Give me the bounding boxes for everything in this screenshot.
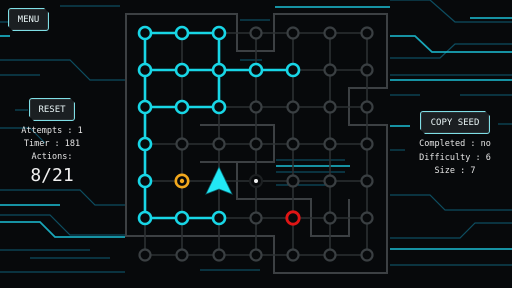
grid-node	[138, 248, 152, 262]
grid-node	[249, 211, 263, 225]
attempts-text: Attempts : 1	[21, 126, 83, 136]
grid-node	[360, 100, 374, 114]
grid-node	[249, 100, 263, 114]
right-stats-panel: Completed : no Difficulty : 6 Size : 7	[406, 138, 504, 179]
grid-node	[286, 137, 300, 151]
grid-node	[360, 211, 374, 225]
reset-button[interactable]: RESET	[29, 98, 75, 121]
visited-node	[211, 99, 227, 115]
timer-text: Timer : 181	[23, 139, 81, 149]
grid-node	[360, 248, 374, 262]
grid-node	[323, 248, 337, 262]
grid-node	[212, 137, 226, 151]
difficulty-text: Difficulty : 6	[419, 152, 491, 163]
target-node-marker	[285, 210, 301, 226]
visited-node	[174, 99, 190, 115]
visited-node	[211, 25, 227, 41]
actions-label: Actions:	[31, 152, 73, 162]
visited-node	[137, 136, 153, 152]
grid-node	[360, 26, 374, 40]
reset-button-label: RESET	[38, 104, 66, 115]
visited-node	[211, 210, 227, 226]
grid-node	[175, 137, 189, 151]
visited-node	[211, 62, 227, 78]
actions-count: 8/21	[30, 165, 74, 186]
copy-seed-button-label: COPY SEED	[430, 117, 480, 128]
visited-node	[174, 25, 190, 41]
menu-button[interactable]: MENU	[8, 8, 49, 31]
grid-node	[249, 137, 263, 151]
grid-node	[286, 100, 300, 114]
node-dot	[254, 179, 258, 183]
grid-node	[323, 100, 337, 114]
grid-node	[286, 26, 300, 40]
grid-node	[360, 63, 374, 77]
grid-node	[323, 137, 337, 151]
grid-node	[286, 248, 300, 262]
visited-node	[137, 99, 153, 115]
grid-node	[323, 174, 337, 188]
visited-node	[137, 173, 153, 189]
grid-node	[323, 63, 337, 77]
current-position-dot	[179, 178, 185, 184]
menu-button-label: MENU	[17, 14, 40, 25]
grid-node	[249, 26, 263, 40]
visited-node	[174, 210, 190, 226]
grid-node	[323, 211, 337, 225]
grid-node	[360, 137, 374, 151]
grid-node	[212, 248, 226, 262]
visited-node	[248, 62, 264, 78]
visited-node	[285, 62, 301, 78]
visited-node	[137, 210, 153, 226]
grid-node	[249, 248, 263, 262]
visited-node	[137, 62, 153, 78]
completed-text: Completed : no	[419, 139, 491, 149]
grid-node	[175, 248, 189, 262]
copy-seed-button[interactable]: COPY SEED	[420, 111, 490, 134]
grid-node	[286, 174, 300, 188]
grid-node	[360, 174, 374, 188]
visited-node	[137, 25, 153, 41]
size-text: Size : 7	[434, 166, 476, 176]
left-stats-panel: Attempts : 1 Timer : 181 Actions: 8/21	[8, 125, 96, 187]
visited-node	[174, 62, 190, 78]
grid-node	[323, 26, 337, 40]
